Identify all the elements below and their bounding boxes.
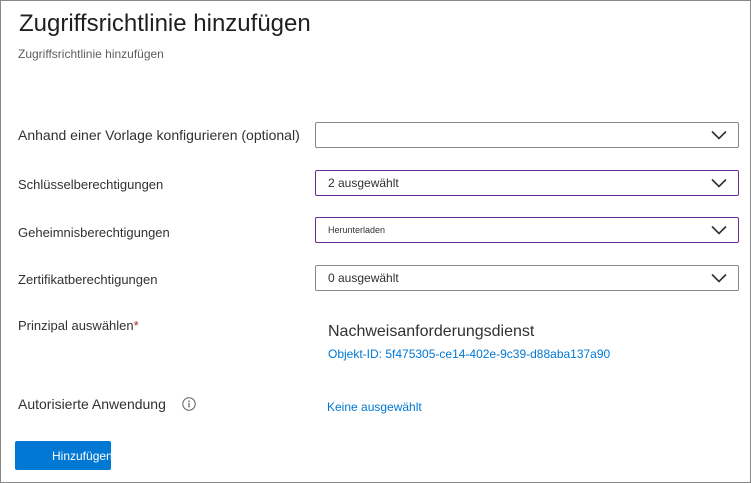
key-permissions-label: Schlüsselberechtigungen [18, 177, 164, 192]
chevron-down-icon [711, 178, 727, 188]
certificate-permissions-dropdown[interactable]: 0 ausgewählt [315, 265, 739, 291]
key-permissions-dropdown[interactable]: 2 ausgewählt [315, 170, 739, 196]
template-label: Anhand einer Vorlage konfigurieren (opti… [18, 127, 300, 143]
secret-permissions-value: Herunterladen [328, 225, 386, 235]
chevron-down-icon [711, 273, 727, 283]
chevron-down-icon [711, 130, 727, 140]
authorized-application-label: Autorisierte Anwendung [18, 396, 166, 412]
principal-object-id[interactable]: Objekt-ID: 5f475305-ce14-402e-9c39-d88ab… [328, 347, 610, 361]
add-button-label: Hinzufügen [52, 448, 113, 463]
template-dropdown[interactable] [315, 122, 739, 148]
add-button[interactable]: Hinzufügen [15, 441, 113, 470]
principal-name[interactable]: Nachweisanforderungsdienst [328, 323, 534, 341]
secret-permissions-label: Geheimnisberechtigungen [18, 225, 170, 240]
authorized-application-link[interactable]: Keine ausgewählt [327, 400, 422, 414]
info-icon[interactable] [182, 397, 196, 411]
page-subtitle: Zugriffsrichtlinie hinzufügen [18, 47, 164, 61]
key-permissions-value: 2 ausgewählt [328, 176, 399, 190]
certificate-permissions-label: Zertifikatberechtigungen [18, 272, 158, 287]
chevron-down-icon [711, 225, 727, 235]
principal-label-text: Prinzipal auswählen [18, 318, 134, 333]
secret-permissions-dropdown[interactable]: Herunterladen [315, 217, 739, 243]
certificate-permissions-value: 0 ausgewählt [328, 271, 399, 285]
principal-label: Prinzipal auswählen* [18, 318, 139, 333]
page-title: Zugriffsrichtlinie hinzufügen [19, 10, 311, 37]
required-marker: * [133, 318, 139, 333]
